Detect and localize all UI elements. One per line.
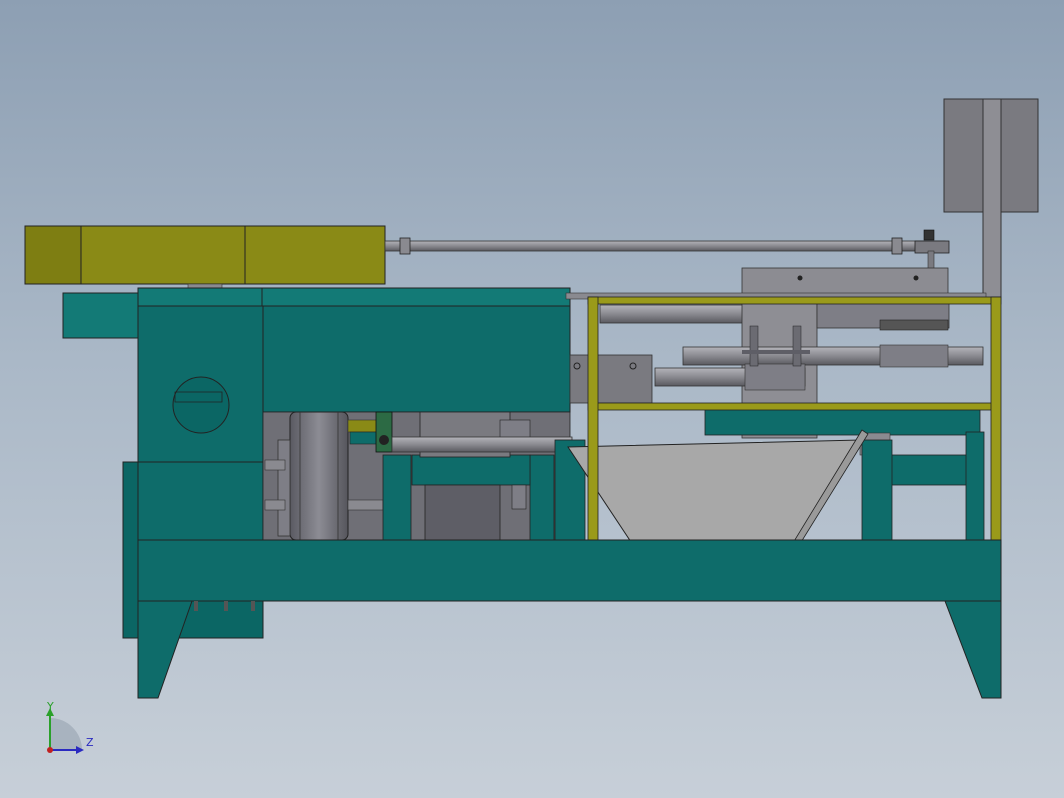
outlet-pipe <box>62 292 144 339</box>
control-box <box>943 98 1039 300</box>
frame-base <box>137 539 1002 699</box>
inspection-port <box>172 376 230 434</box>
motor-gearbox <box>24 225 386 291</box>
z-axis-label: Z <box>86 736 94 749</box>
cad-viewport[interactable]: Y Z <box>0 0 1064 798</box>
machine-assembly-drawing <box>24 98 1039 699</box>
triad-quadrant <box>50 718 82 750</box>
bearing-block <box>375 411 393 453</box>
y-axis-label: Y <box>46 700 54 713</box>
x-axis-dot <box>47 747 53 753</box>
coordinate-triad: Y Z <box>46 700 94 754</box>
drive-mechanism <box>262 411 573 541</box>
